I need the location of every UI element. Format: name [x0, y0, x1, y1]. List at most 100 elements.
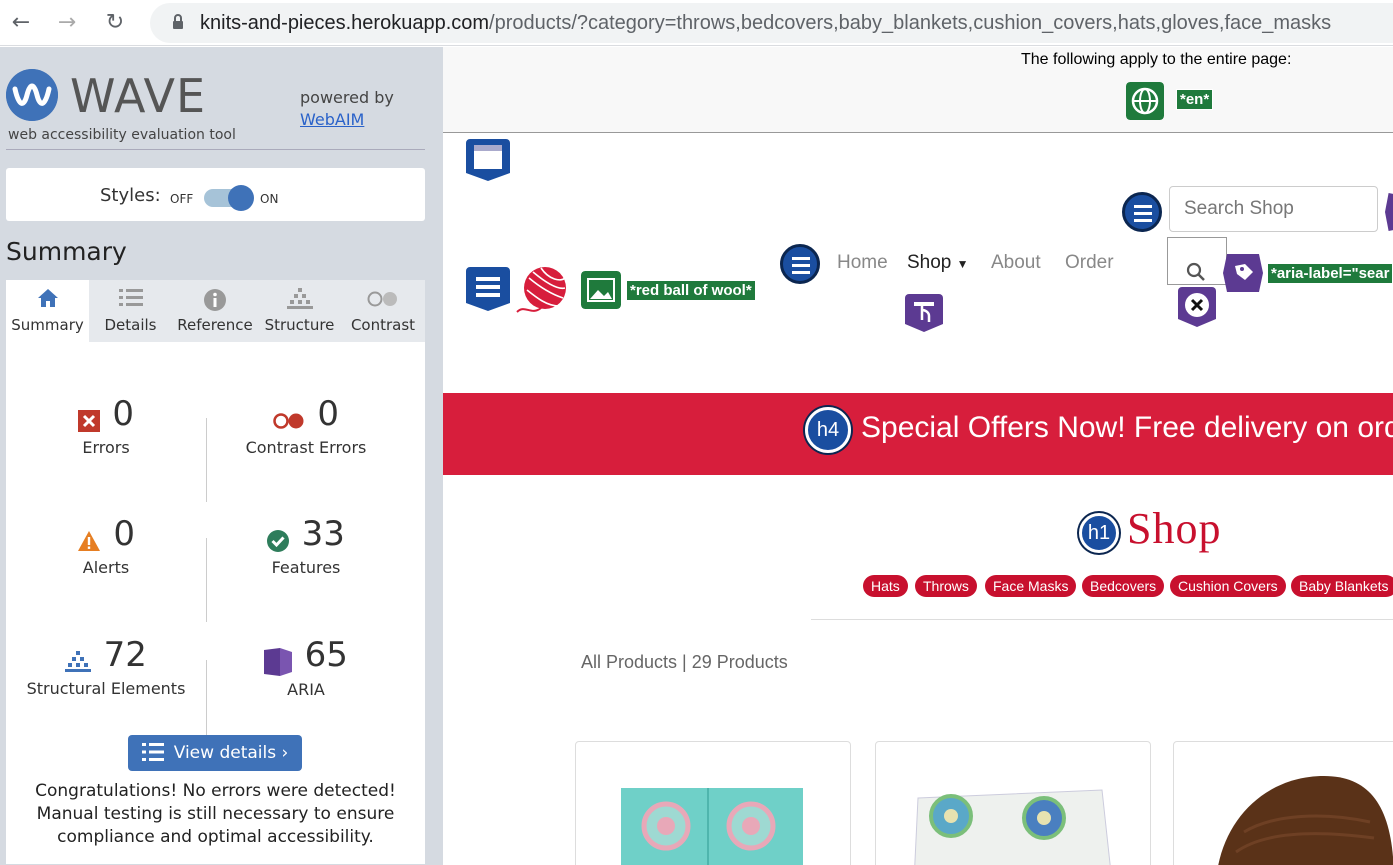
search-button[interactable] [1167, 237, 1227, 285]
forward-icon[interactable]: → [52, 8, 82, 38]
divider [811, 619, 1393, 620]
features-count: 33 [301, 514, 345, 554]
search-icon [1186, 262, 1205, 281]
errors-label: Errors [82, 438, 130, 457]
styles-off-label: OFF [170, 192, 194, 206]
red-wool-logo[interactable] [515, 264, 571, 316]
aria-icon[interactable] [1385, 193, 1393, 231]
info-icon [172, 288, 258, 312]
powered-by: powered by WebAIM [300, 87, 394, 131]
errors-count: 0 [112, 394, 135, 434]
tab-details[interactable]: Details [89, 280, 172, 342]
alerts-stat[interactable]: 0 Alerts [6, 514, 206, 577]
wave-subtitle: web accessibility evaluation tool [8, 127, 236, 143]
tab-reference[interactable]: Reference [172, 280, 258, 342]
nav-shop[interactable]: Shop ▼ [907, 252, 969, 274]
structural-label: Structural Elements [26, 679, 186, 698]
congrats-message: Congratulations! No errors were detected… [35, 781, 396, 847]
page-content: The following apply to the entire page: … [443, 47, 1393, 865]
aria-hidden-close-icon[interactable] [1178, 287, 1216, 327]
product-image-throw-turquoise [621, 788, 803, 865]
wave-title: WAVE [70, 69, 207, 123]
styles-toggle-box: Styles: OFF ON [6, 168, 425, 221]
linked-image-icon[interactable] [581, 271, 621, 309]
list-icon [141, 743, 164, 761]
caret-down-icon: ▼ [956, 257, 969, 271]
shop-title-text: Shop [1127, 504, 1222, 553]
alerts-label: Alerts [82, 558, 130, 577]
nav-home[interactable]: Home [837, 252, 888, 274]
structural-count: 72 [103, 635, 147, 675]
page-notice-text: The following apply to the entire page: [1021, 51, 1292, 68]
list-icon[interactable] [780, 244, 820, 284]
page-title: Shop [1127, 503, 1221, 554]
summary-panel: 0 Errors 0 Contrast Errors 0 Alerts 33 F… [6, 342, 425, 864]
view-details-button[interactable]: View details › [128, 735, 302, 771]
errors-stat[interactable]: 0 Errors [6, 394, 206, 457]
features-stat[interactable]: 33 Features [206, 514, 406, 577]
nav-order[interactable]: Order [1065, 252, 1114, 274]
url-text: knits-and-pieces.herokuapp.com/products/… [200, 12, 1331, 35]
search-input[interactable]: Search Shop [1169, 186, 1378, 232]
styles-label: Styles: [100, 185, 161, 206]
powered-by-text: powered by [300, 88, 394, 107]
view-details-label: View details › [173, 743, 289, 763]
contrast-errors-count: 0 [317, 394, 340, 434]
contrast-errors-stat[interactable]: 0 Contrast Errors [206, 394, 406, 457]
summary-heading: Summary [6, 237, 127, 266]
aria-label-tag-icon[interactable] [1223, 254, 1263, 292]
category-bedcovers[interactable]: Bedcovers [1082, 575, 1165, 597]
webaim-link[interactable]: WebAIM [300, 110, 364, 129]
lang-tag: *en* [1176, 89, 1214, 110]
list-icon[interactable] [1122, 192, 1162, 232]
aria-count: 65 [304, 635, 348, 675]
language-globe-icon[interactable] [1126, 82, 1164, 120]
product-card[interactable] [875, 741, 1151, 865]
tab-details-label: Details [104, 316, 157, 334]
alerts-count: 0 [113, 514, 136, 554]
banner-text: Special Offers Now! Free delivery on ord… [861, 411, 1393, 444]
url-path: /products/?category=throws,bedcovers,bab… [489, 12, 1332, 34]
category-hats[interactable]: Hats [863, 575, 908, 597]
tab-structure[interactable]: Structure [258, 280, 341, 342]
home-icon [6, 288, 89, 312]
wave-sidebar: WAVE web accessibility evaluation tool p… [0, 47, 443, 865]
url-host: knits-and-pieces.herokuapp.com [200, 12, 490, 34]
aria-menu-icon[interactable] [905, 294, 943, 332]
styles-toggle-knob[interactable] [228, 185, 254, 211]
h1-heading-icon[interactable]: h1 [1079, 513, 1119, 553]
divider [6, 149, 425, 150]
product-card[interactable] [1173, 741, 1393, 865]
h4-heading-icon[interactable]: h4 [805, 407, 851, 453]
structural-stat[interactable]: 72 Structural Elements [6, 635, 206, 698]
navigation-region-icon[interactable] [466, 267, 510, 311]
feature-check-icon [267, 529, 290, 552]
special-offer-banner: h4 Special Offers Now! Free delivery on … [443, 393, 1393, 475]
nav-about[interactable]: About [991, 252, 1041, 274]
category-baby-blankets[interactable]: Baby Blankets [1291, 575, 1393, 597]
reload-icon[interactable]: ↻ [100, 8, 130, 38]
tab-summary[interactable]: Summary [6, 280, 89, 342]
category-throws[interactable]: Throws [915, 575, 977, 597]
structure-icon [258, 288, 341, 312]
wave-tabs: Summary Details Reference Structure Cont… [6, 280, 425, 342]
structure-icon [65, 650, 92, 672]
aria-stat[interactable]: 65 ARIA [206, 635, 406, 699]
features-label: Features [271, 558, 341, 577]
wave-logo-icon [6, 69, 58, 121]
alert-icon [77, 530, 100, 551]
category-cushion-covers[interactable]: Cushion Covers [1170, 575, 1286, 597]
browser-toolbar: ← → ↻ knits-and-pieces.herokuapp.com/pro… [0, 0, 1393, 46]
address-bar[interactable]: knits-and-pieces.herokuapp.com/products/… [150, 3, 1393, 43]
product-card[interactable] [575, 741, 851, 865]
tab-contrast[interactable]: Contrast [341, 280, 425, 342]
tab-contrast-label: Contrast [350, 316, 416, 334]
error-icon [77, 409, 100, 432]
aria-icon [264, 647, 293, 676]
product-image-hat-brown [1218, 776, 1393, 865]
header-region-icon[interactable] [466, 139, 510, 181]
back-icon[interactable]: ← [6, 8, 36, 38]
page-notice: The following apply to the entire page: … [443, 47, 1393, 133]
details-list-icon [89, 288, 172, 312]
category-face-masks[interactable]: Face Masks [985, 575, 1077, 597]
